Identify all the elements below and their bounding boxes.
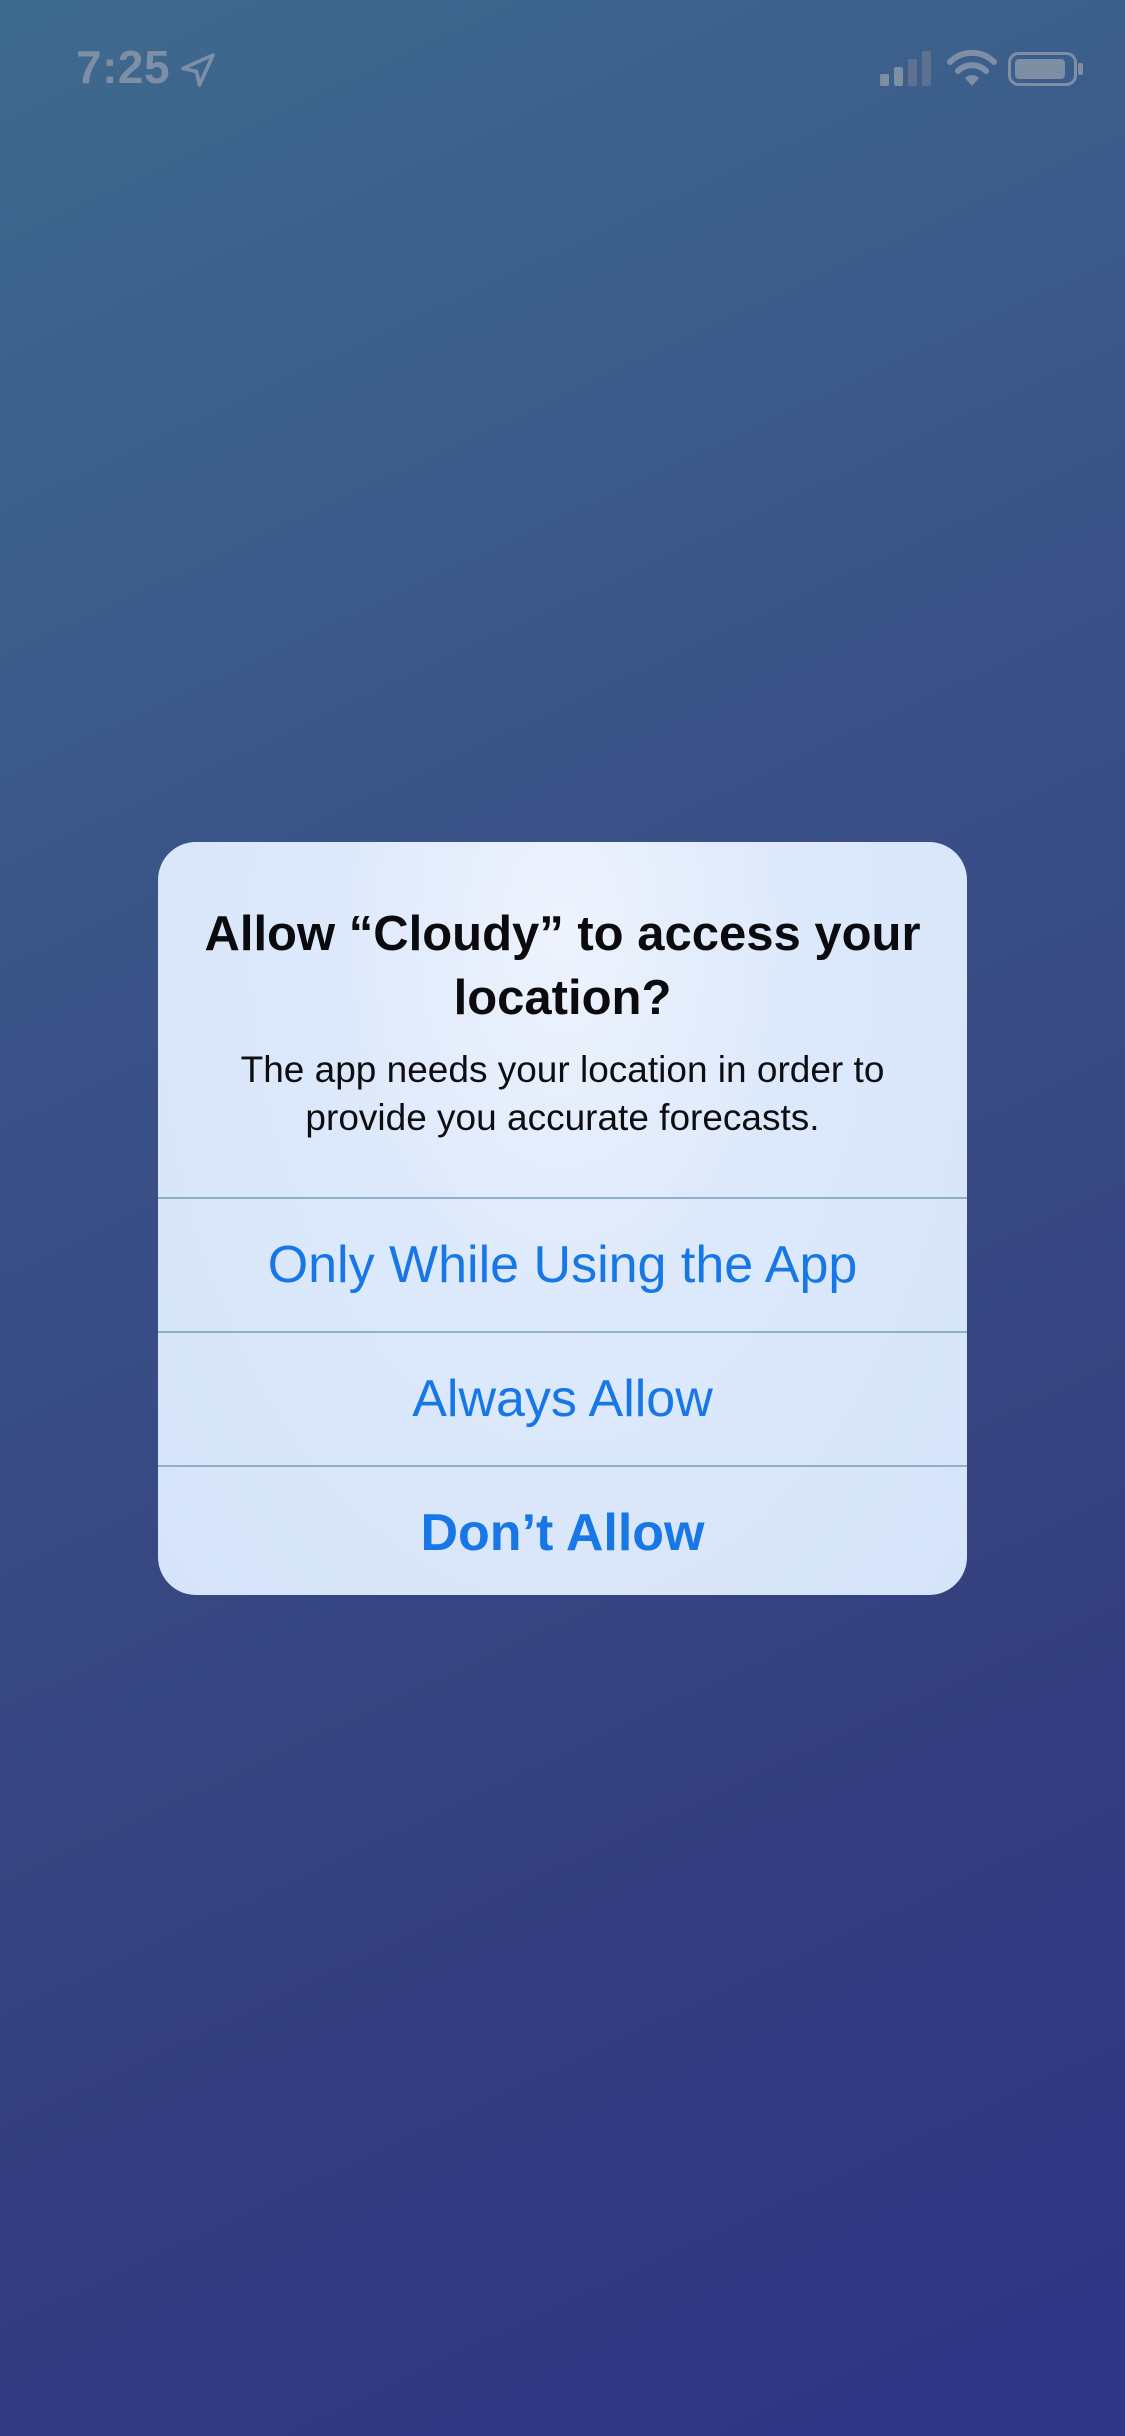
status-time: 7:25	[76, 41, 171, 93]
status-bar: 7:25	[0, 0, 1125, 132]
location-arrow-icon	[181, 53, 215, 87]
alert-message: The app needs your location in order to …	[240, 1049, 885, 1138]
battery-icon	[1008, 52, 1083, 86]
alert-title: Allow “Cloudy” to access your location?	[204, 907, 921, 1025]
dont-allow-button[interactable]: Don’t Allow	[158, 1465, 967, 1595]
cellular-signal-icon	[880, 51, 931, 86]
wifi-icon	[947, 49, 997, 86]
always-allow-button[interactable]: Always Allow	[158, 1331, 967, 1465]
location-permission-alert: Allow “Cloudy” to access your location? …	[158, 842, 967, 1595]
alert-header: Allow “Cloudy” to access your location? …	[158, 842, 967, 1197]
only-while-using-button[interactable]: Only While Using the App	[158, 1197, 967, 1331]
